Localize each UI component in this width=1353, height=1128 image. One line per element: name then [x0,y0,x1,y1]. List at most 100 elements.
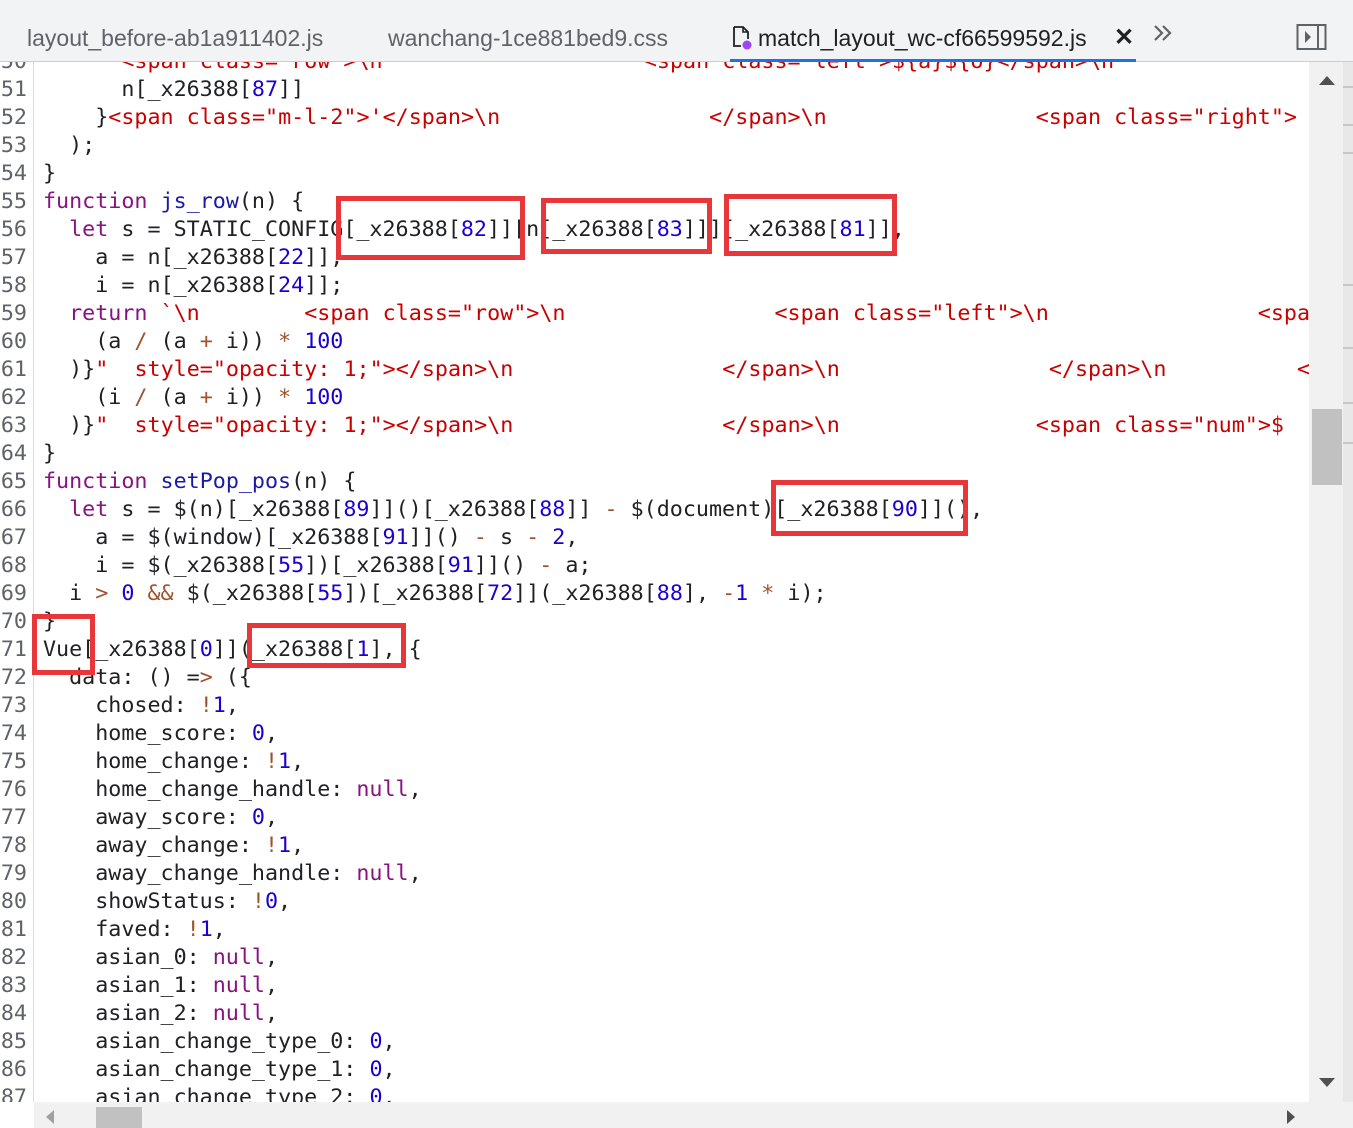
code-line: 80 showStatus: !0, [0,888,1309,916]
line-number[interactable]: 85 [0,1028,27,1056]
line-number[interactable]: 64 [0,440,27,468]
line-number[interactable]: 57 [0,244,27,272]
code-text: } [43,161,57,186]
code-text: } [43,441,57,466]
code-text: Vue[_x26388[0]](_x26388[1], { [43,637,422,662]
line-number[interactable]: 63 [0,412,27,440]
line-number[interactable]: 78 [0,832,27,860]
code-text: function setPop_pos(n) { [43,469,357,494]
line-number[interactable]: 60 [0,328,27,356]
line-number[interactable]: 71 [0,636,27,664]
line-number[interactable]: 84 [0,1000,27,1028]
code-text: away_score: 0, [43,805,279,830]
code-line: 74 home_score: 0, [0,720,1309,748]
line-number[interactable]: 87 [0,1084,27,1102]
scrollbar-thumb[interactable] [96,1107,142,1128]
line-number[interactable]: 74 [0,720,27,748]
tab-layout-before[interactable]: layout_before-ab1a911402.js [27,0,323,62]
code-line: 86 asian_change_type_1: 0, [0,1056,1309,1084]
code-text: return `\n <span class="row">\n <span cl… [69,301,1309,326]
scrollbar-thumb[interactable] [1312,409,1342,485]
line-number[interactable]: 73 [0,692,27,720]
code-line: 83 asian_1: null, [0,972,1309,1000]
scroll-up-arrow-icon[interactable] [1319,76,1335,85]
line-number[interactable]: 55 [0,188,27,216]
code-line: 84 asian_2: null, [0,1000,1309,1028]
code-line: 56 let s = STATIC_CONFIG[_x26388[82]][n[… [0,216,1309,244]
code-line: 50 <span class="row">\n <span class="lef… [0,62,1309,76]
line-number[interactable]: 51 [0,76,27,104]
line-number[interactable]: 83 [0,972,27,1000]
line-number[interactable]: 50 [0,62,27,76]
code-text: showStatus: !0, [43,889,292,914]
line-number[interactable]: 62 [0,384,27,412]
code-text: away_change: !1, [43,833,305,858]
line-number[interactable]: 69 [0,580,27,608]
code-text: } [43,609,57,634]
double-chevron-right-icon[interactable] [1152,20,1174,46]
line-number[interactable]: 75 [0,748,27,776]
scrollbar-track [1343,62,1353,1102]
horizontal-scrollbar[interactable] [34,1102,1309,1128]
line-number[interactable]: 54 [0,160,27,188]
search-marker [1343,124,1353,126]
search-marker [1343,442,1353,444]
code-line: 55 function js_row(n) { [0,188,1309,216]
code-text: ); [43,133,96,158]
code-text: )}" style="opacity: 1;"></span>\n </span… [69,357,1309,382]
scroll-left-arrow-icon[interactable] [46,1110,54,1124]
code-line: 75 home_change: !1, [0,748,1309,776]
line-number[interactable]: 86 [0,1056,27,1084]
line-number[interactable]: 72 [0,664,27,692]
tab-wanchang-css[interactable]: wanchang-1ce881bed9.css [388,0,668,62]
code-text: home_change_handle: null, [43,777,422,802]
line-number[interactable]: 66 [0,496,27,524]
line-number[interactable]: 61 [0,356,27,384]
line-number[interactable]: 59 [0,300,27,328]
code-text: i = $(_x26388[55])[_x26388[91]]() - a; [43,553,592,578]
code-editor[interactable]: 50 <span class="row">\n <span class="lef… [0,62,1309,1102]
tab-label: match_layout_wc-cf66599592.js [758,25,1087,51]
panel-toggle-icon[interactable] [1296,23,1328,51]
code-line: 76 home_change_handle: null, [0,776,1309,804]
search-marker [1343,86,1353,88]
code-line: 62 (i / (a + i)) * 100 [0,384,1309,412]
line-number[interactable]: 80 [0,888,27,916]
code-line: 51 n[_x26388[87]] [0,76,1309,104]
line-number[interactable]: 65 [0,468,27,496]
code-text: )}" style="opacity: 1;"></span>\n </span… [69,413,1284,438]
scroll-down-arrow-icon[interactable] [1319,1078,1335,1087]
line-number[interactable]: 81 [0,916,27,944]
code-line: 58 i = n[_x26388[24]]; [0,272,1309,300]
line-number[interactable]: 82 [0,944,27,972]
code-text: let s = STATIC_CONFIG[_x26388[82]][n[_x2… [69,217,905,242]
line-number[interactable]: 79 [0,860,27,888]
code-line: 87 asian_change_type_2: 0, [0,1084,1309,1102]
line-number[interactable]: 52 [0,104,27,132]
code-text: data: () => ({ [43,665,252,690]
line-number[interactable]: 53 [0,132,27,160]
line-number[interactable]: 56 [0,216,27,244]
code-line: 68 i = $(_x26388[55])[_x26388[91]]() - a… [0,552,1309,580]
line-number[interactable]: 70 [0,608,27,636]
tab-match-layout[interactable]: match_layout_wc-cf66599592.js ✕ [732,0,1134,62]
code-line: 78 away_change: !1, [0,832,1309,860]
line-number[interactable]: 58 [0,272,27,300]
scroll-right-arrow-icon[interactable] [1287,1110,1295,1124]
code-line: 73 chosed: !1, [0,692,1309,720]
code-line: 59 return `\n <span class="row">\n <span… [0,300,1309,328]
code-line: 65 function setPop_pos(n) { [0,468,1309,496]
code-line: 63 )}" style="opacity: 1;"></span>\n </s… [0,412,1309,440]
line-number[interactable]: 68 [0,552,27,580]
code-line: 61 )}" style="opacity: 1;"></span>\n </s… [0,356,1309,384]
code-text: asian_2: null, [43,1001,279,1026]
line-number[interactable]: 76 [0,776,27,804]
code-line: 72 data: () => ({ [0,664,1309,692]
code-line: 53 ); [0,132,1309,160]
code-text: n[_x26388[87]] [43,77,305,102]
code-text: asian_change_type_0: 0, [43,1029,396,1054]
code-line: 67 a = $(window)[_x26388[91]]() - s - 2, [0,524,1309,552]
line-number[interactable]: 67 [0,524,27,552]
line-number[interactable]: 77 [0,804,27,832]
vertical-scrollbar[interactable] [1309,62,1353,1102]
